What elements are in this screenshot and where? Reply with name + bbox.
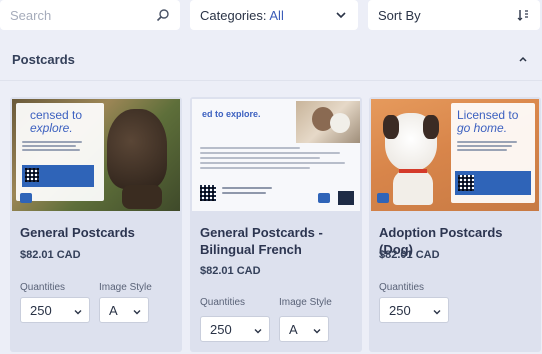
card-price: $82.01 CAD bbox=[379, 249, 440, 261]
toolbar: Search Categories: All Sort By bbox=[0, 0, 542, 30]
chevron-down-icon bbox=[432, 305, 442, 315]
chevron-up-icon[interactable] bbox=[516, 52, 530, 66]
quantity-value: 250 bbox=[389, 302, 411, 318]
image-style-value: A bbox=[109, 302, 118, 318]
postcards-section-header[interactable]: Postcards bbox=[0, 40, 542, 78]
product-card-general-postcards[interactable]: censed to explore. General Postcards $82… bbox=[10, 97, 182, 352]
sort-by-select[interactable]: Sort By bbox=[368, 0, 540, 30]
image-style-select[interactable]: A bbox=[279, 316, 329, 342]
thumb-headline-1: ed to explore. bbox=[202, 109, 261, 119]
image-style-select[interactable]: A bbox=[99, 297, 149, 323]
sort-icon bbox=[516, 8, 530, 22]
product-thumbnail[interactable]: Licensed to go home. bbox=[371, 99, 539, 211]
section-divider bbox=[0, 80, 542, 81]
chevron-down-icon bbox=[253, 324, 263, 334]
quantities-label: Quantities bbox=[20, 282, 66, 293]
card-price: $82.01 CAD bbox=[20, 249, 81, 261]
product-card-bilingual-french[interactable]: ed to explore. General Postcards - Bilin… bbox=[190, 97, 362, 352]
card-price: $82.01 CAD bbox=[200, 265, 261, 277]
image-style-value: A bbox=[289, 321, 298, 337]
image-style-label: Image Style bbox=[99, 282, 152, 293]
image-style-label: Image Style bbox=[279, 297, 332, 308]
search-icon[interactable] bbox=[156, 8, 170, 22]
card-title[interactable]: General Postcards - Bilingual French bbox=[200, 224, 355, 258]
quantity-select[interactable]: 250 bbox=[20, 297, 90, 323]
thumb-headline-2: go home. bbox=[457, 121, 508, 135]
chevron-down-icon bbox=[334, 8, 348, 22]
chevron-down-icon bbox=[132, 305, 142, 315]
search-input[interactable]: Search bbox=[0, 0, 180, 30]
product-card-adoption-dog[interactable]: Licensed to go home. Adoption Postcards … bbox=[369, 97, 541, 352]
search-placeholder: Search bbox=[10, 7, 52, 23]
quantity-value: 250 bbox=[210, 321, 232, 337]
sort-label: Sort By bbox=[378, 7, 421, 23]
quantities-label: Quantities bbox=[379, 282, 425, 293]
section-title: Postcards bbox=[12, 51, 75, 67]
categories-value: All bbox=[269, 7, 284, 23]
categories-select[interactable]: Categories: All bbox=[190, 0, 358, 30]
product-thumbnail[interactable]: censed to explore. bbox=[12, 99, 180, 211]
product-thumbnail[interactable]: ed to explore. bbox=[192, 99, 360, 211]
categories-label: Categories: bbox=[200, 7, 267, 23]
categories-text: Categories: All bbox=[200, 8, 284, 23]
quantity-select[interactable]: 250 bbox=[379, 297, 449, 323]
quantities-label: Quantities bbox=[200, 297, 246, 308]
quantity-select[interactable]: 250 bbox=[200, 316, 270, 342]
card-title[interactable]: General Postcards bbox=[20, 224, 175, 241]
chevron-down-icon bbox=[73, 305, 83, 315]
quantity-value: 250 bbox=[30, 302, 52, 318]
thumb-headline-2: explore. bbox=[30, 121, 73, 135]
thumb-headline-1: Licensed to bbox=[457, 108, 519, 122]
chevron-down-icon bbox=[312, 324, 322, 334]
thumb-headline-1: censed to bbox=[30, 108, 83, 122]
